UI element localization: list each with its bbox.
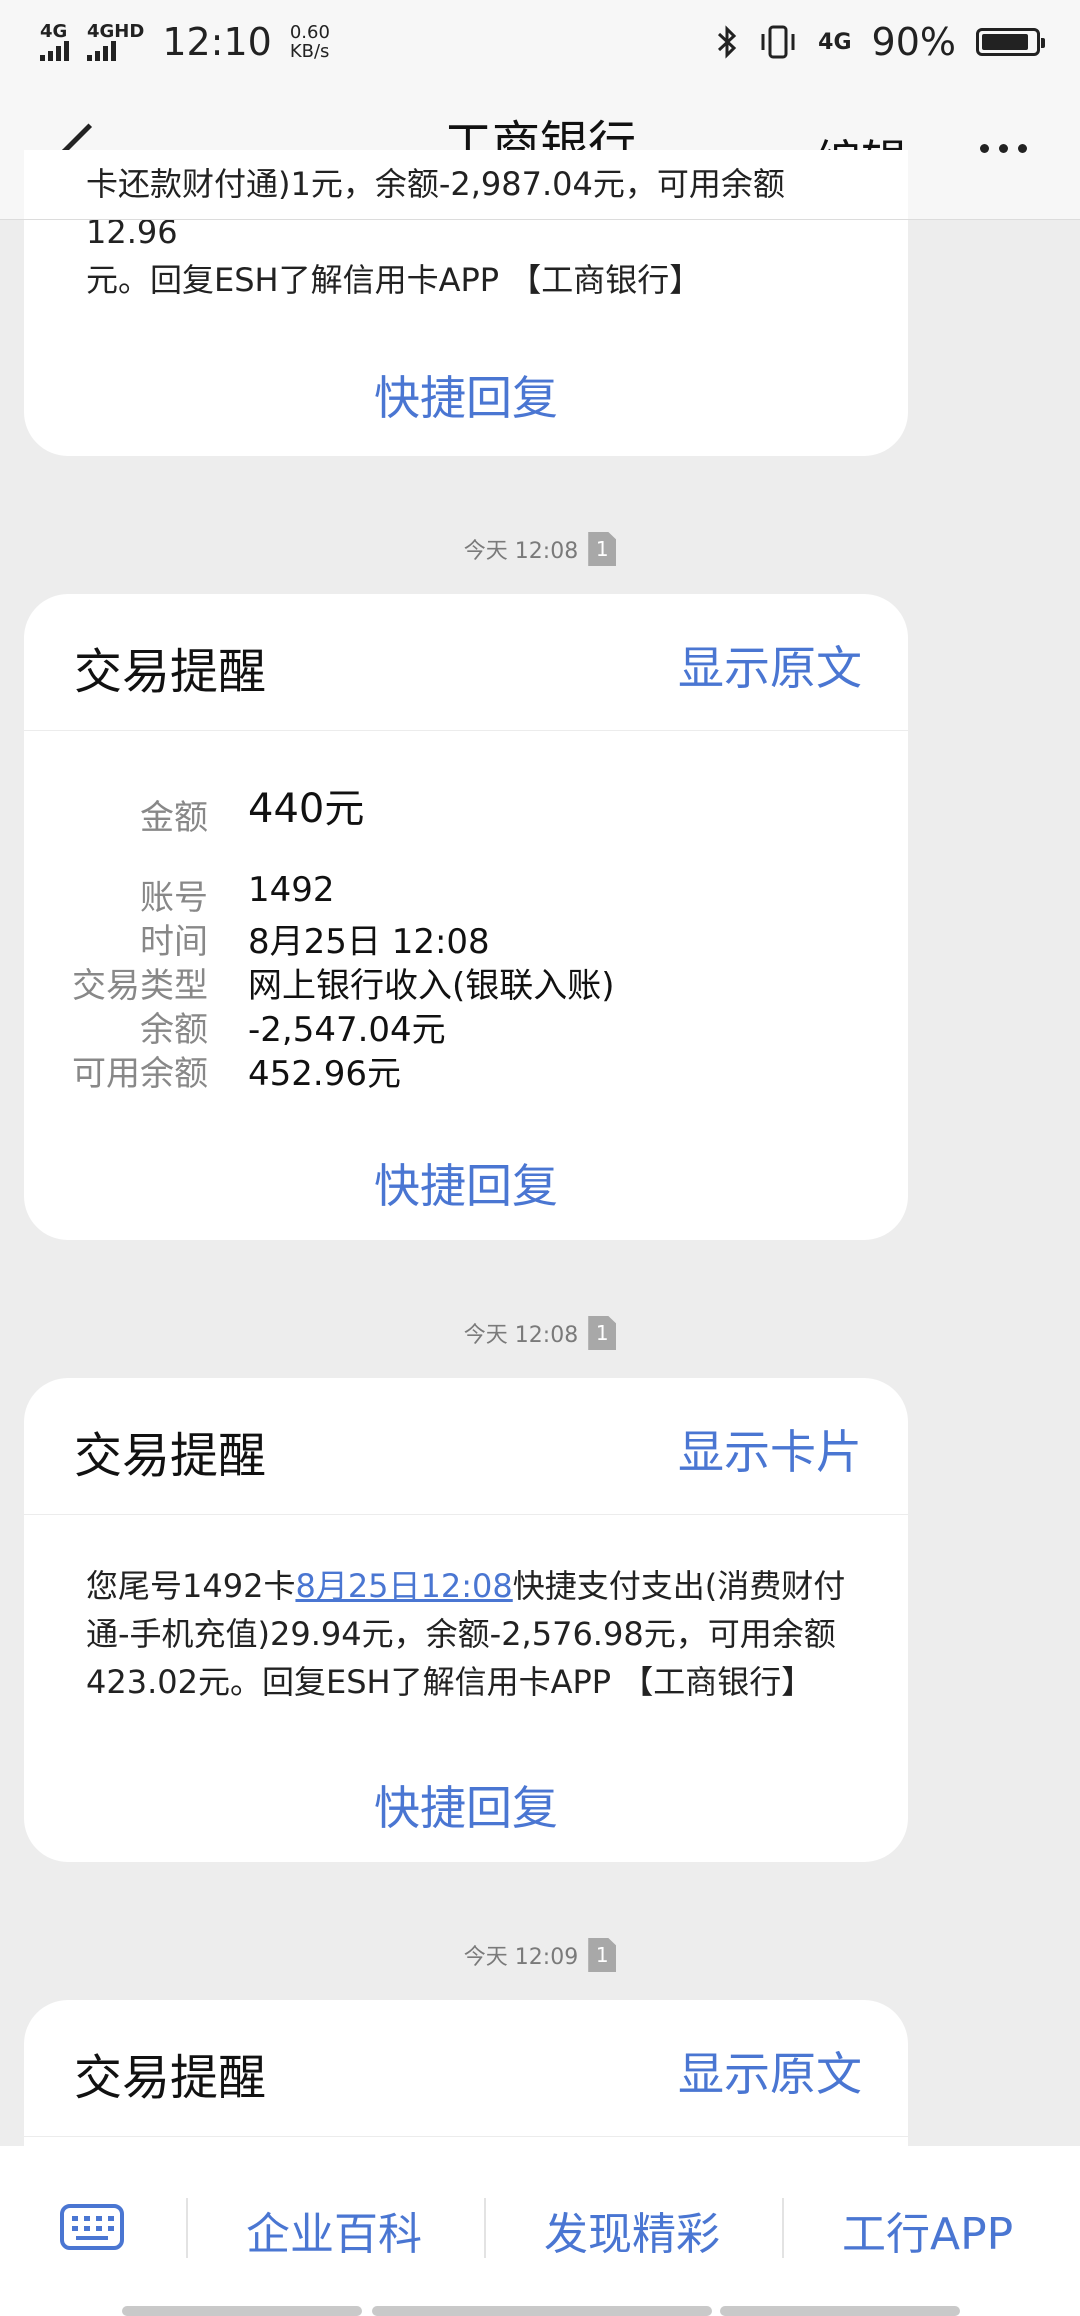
message-text: 您尾号1492卡8月25日12:08快捷支付支出(消费财付 通-手机充值)29.… xyxy=(86,1562,866,1706)
card-title: 交易提醒 xyxy=(74,1428,267,1484)
bottom-menu-bar: 企业百科 发现精彩 工行APP xyxy=(0,2146,1080,2316)
clock: 12:10 xyxy=(162,20,272,64)
network-speed-unit: KB/s xyxy=(289,41,330,62)
field-value: 网上银行收入(银联入账) xyxy=(248,966,615,1006)
header-divider xyxy=(0,219,1080,220)
signal-bars-icon xyxy=(87,41,116,61)
menu-enterprise-wiki[interactable]: 企业百科 xyxy=(246,2198,422,2262)
network-speed: 0.60 KB/s xyxy=(290,23,330,61)
signal-indicator-1: 4G xyxy=(40,23,69,61)
message-text: 卡还款财付通)1元，余额-2,987.04元，可用余额12.96 元。回复ESH… xyxy=(86,165,866,304)
field-label: 可用余额 xyxy=(72,1054,208,1094)
timestamp-text: 今天 12:08 xyxy=(463,539,579,564)
menu-divider xyxy=(782,2198,784,2258)
network-type-label: 4G xyxy=(818,29,852,55)
message-text-line: 卡还款财付通)1元，余额-2,987.04元，可用余额12.96 xyxy=(86,165,785,251)
sim-card-icon: 1 xyxy=(588,532,617,566)
message-text-line: 423.02元。回复ESH了解信用卡APP 【工商银行】 xyxy=(86,1663,814,1701)
field-label: 账号 xyxy=(140,878,208,918)
menu-discover[interactable]: 发现精彩 xyxy=(544,2198,720,2262)
bluetooth-icon xyxy=(718,25,737,59)
message-card: 交易提醒 显示卡片 您尾号1492卡8月25日12:08快捷支付支出(消费财付 … xyxy=(24,1378,908,1862)
field-label: 金额 xyxy=(140,798,208,838)
message-card: 卡还款财付通)1元，余额-2,987.04元，可用余额12.96 元。回复ESH… xyxy=(24,150,908,456)
menu-divider xyxy=(484,2198,486,2258)
dot-icon xyxy=(999,144,1008,153)
message-text-line: 通-手机充值)29.94元，余额-2,576.98元，可用余额 xyxy=(86,1615,836,1653)
battery-icon xyxy=(976,28,1045,56)
card-header: 交易提醒 显示原文 xyxy=(24,2000,908,2137)
quick-reply-button[interactable]: 快捷回复 xyxy=(24,1150,908,1216)
field-label: 时间 xyxy=(140,922,208,962)
network-type-label: 4G xyxy=(40,21,68,42)
message-card: 交易提醒 显示原文 金额 440元 账号 1492 时间 8月25日 12:08… xyxy=(24,594,908,1240)
battery-percent: 90% xyxy=(871,20,956,64)
nav-gesture-bar xyxy=(372,2306,712,2316)
more-options-button[interactable] xyxy=(980,144,1027,153)
signal-bars-icon xyxy=(40,41,69,61)
sim-card-icon: 1 xyxy=(588,1938,617,1972)
field-value: 440元 xyxy=(248,786,365,832)
message-text-segment: 您尾号1492卡 xyxy=(86,1567,296,1605)
dot-icon xyxy=(1018,144,1027,153)
network-speed-value: 0.60 xyxy=(289,22,330,43)
quick-reply-button[interactable]: 快捷回复 xyxy=(24,362,908,428)
menu-icbc-app[interactable]: 工行APP xyxy=(842,2198,1013,2262)
date-link[interactable]: 8月25日12:08 xyxy=(295,1567,512,1605)
signal-indicator-2: 4GHD xyxy=(87,23,144,61)
message-timestamp: 今天 12:09 1 xyxy=(0,1938,1080,1972)
field-value: 8月25日 12:08 xyxy=(248,922,490,962)
card-header: 交易提醒 显示原文 xyxy=(24,594,908,731)
nav-gesture-bar xyxy=(122,2306,362,2316)
menu-divider xyxy=(186,2198,188,2258)
message-text-segment: 快捷支付支出(消费财付 xyxy=(512,1567,846,1605)
field-value: -2,547.04元 xyxy=(248,1010,446,1050)
card-title: 交易提醒 xyxy=(74,644,267,700)
field-value: 452.96元 xyxy=(248,1054,401,1094)
sim-card-icon: 1 xyxy=(588,1316,617,1350)
show-original-button[interactable]: 显示原文 xyxy=(678,2038,862,2104)
message-text-line: 元。回复ESH了解信用卡APP 【工商银行】 xyxy=(86,261,702,299)
message-timestamp: 今天 12:08 1 xyxy=(0,1316,1080,1350)
message-timestamp: 今天 12:08 1 xyxy=(0,532,1080,566)
card-header: 交易提醒 显示卡片 xyxy=(24,1378,908,1515)
card-title: 交易提醒 xyxy=(74,2050,267,2106)
message-text-line: 您尾号1492卡8月25日12:08快捷支付支出(消费财付 xyxy=(86,1562,866,1610)
field-label: 交易类型 xyxy=(72,966,208,1006)
nav-gesture-bar xyxy=(720,2306,960,2316)
keyboard-icon[interactable] xyxy=(60,2204,124,2250)
quick-reply-button[interactable]: 快捷回复 xyxy=(24,1772,908,1838)
show-original-button[interactable]: 显示原文 xyxy=(678,632,862,698)
show-card-button[interactable]: 显示卡片 xyxy=(678,1416,862,1482)
network-type-label: 4GHD xyxy=(87,21,145,42)
field-label: 余额 xyxy=(140,1010,208,1050)
timestamp-text: 今天 12:08 xyxy=(463,1323,579,1348)
timestamp-text: 今天 12:09 xyxy=(463,1945,579,1970)
field-value: 1492 xyxy=(248,870,335,910)
vibrate-icon xyxy=(761,25,795,59)
dot-icon xyxy=(980,144,989,153)
status-bar: 4G 4GHD 12:10 0.60 KB/s 4G 90% xyxy=(0,0,1080,84)
